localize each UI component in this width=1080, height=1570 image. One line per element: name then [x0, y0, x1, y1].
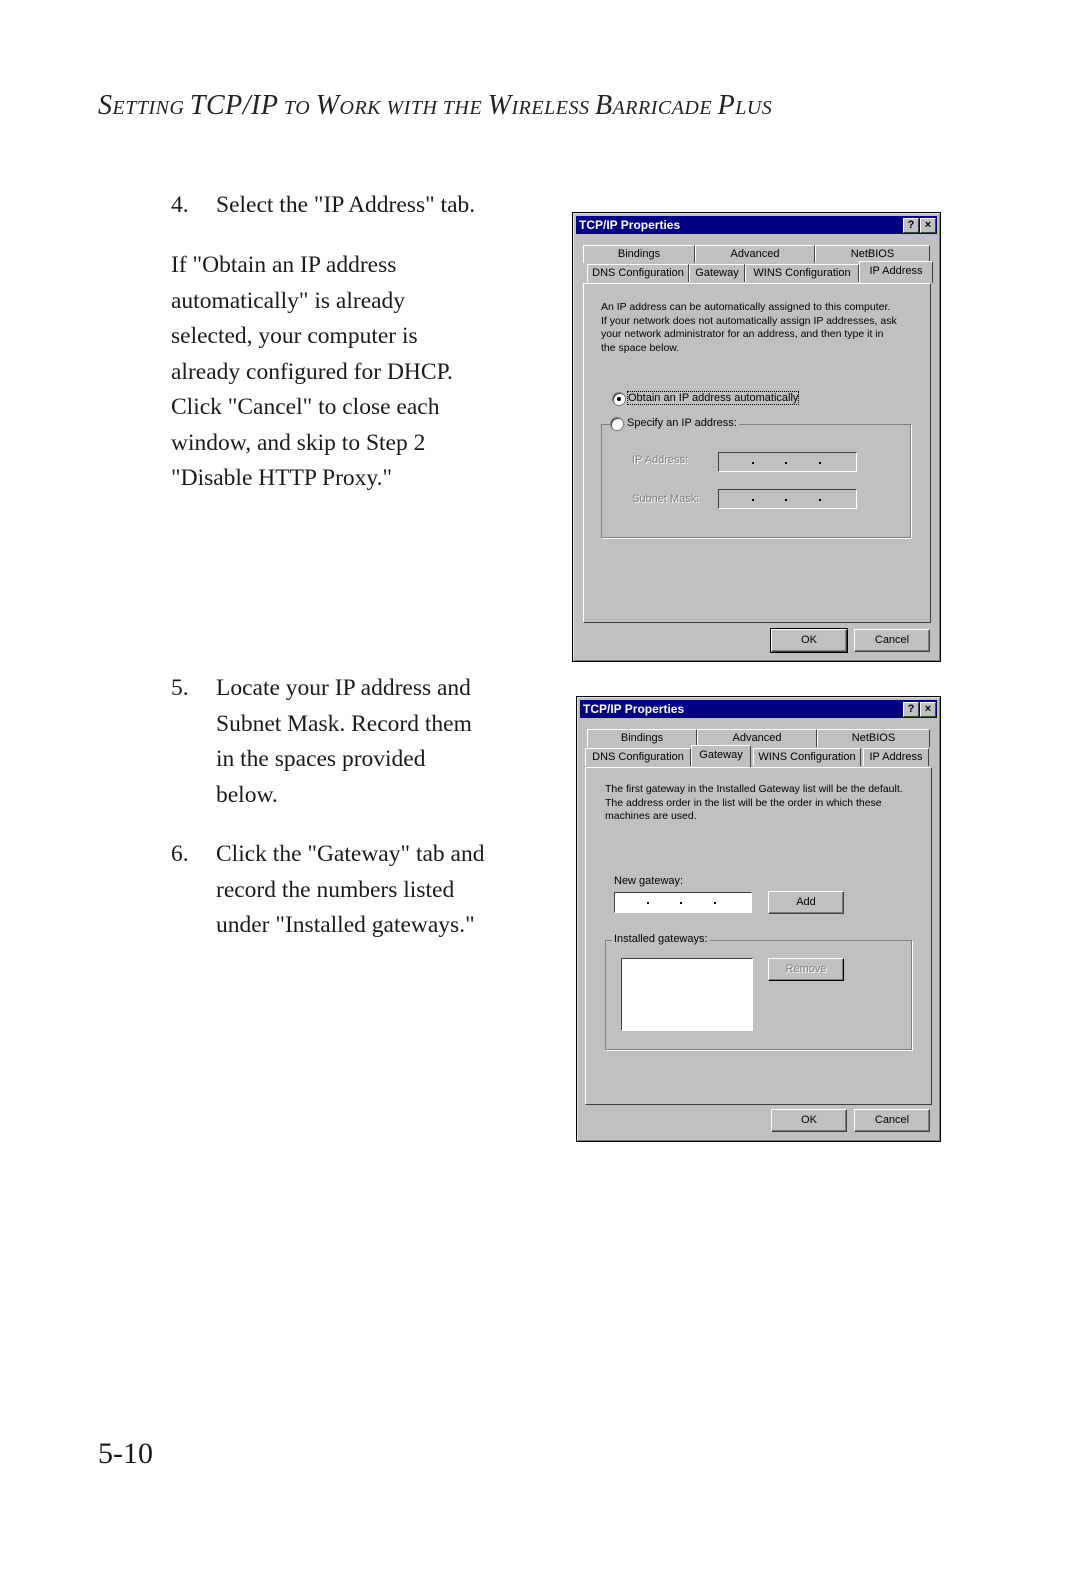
- remove-button[interactable]: Remove: [768, 958, 844, 981]
- running-head-part: ireless: [511, 97, 595, 119]
- specify-ip-groupbox: [601, 424, 911, 538]
- title-bar: TCP/IP Properties ? ×: [576, 216, 937, 234]
- new-gateway-label: New gateway:: [614, 875, 684, 887]
- tcpip-properties-dialog-ip-address: TCP/IP Properties ? × Bindings Advanced …: [572, 212, 941, 662]
- subnet-mask-field[interactable]: [718, 489, 857, 509]
- page-number: 5-10: [98, 1437, 153, 1470]
- tab-row-front: DNS Configuration Gateway WINS Configura…: [583, 261, 933, 283]
- tab-panel: An IP address can be automatically assig…: [583, 283, 931, 623]
- running-head-part: etting: [112, 97, 190, 119]
- running-head-part: W: [315, 90, 340, 121]
- tab-row-front: DNS Configuration Gateway WINS Configura…: [585, 745, 930, 767]
- tab-dns-configuration[interactable]: DNS Configuration: [587, 264, 689, 282]
- tab-gateway[interactable]: Gateway: [689, 264, 745, 282]
- tab-bindings[interactable]: Bindings: [583, 245, 695, 263]
- running-head-part: P: [717, 90, 736, 121]
- cancel-button[interactable]: Cancel: [854, 1109, 930, 1132]
- radio-obtain-automatically-label[interactable]: Obtain an IP address automatically: [626, 391, 800, 405]
- tab-wins-configuration[interactable]: WINS Configuration: [745, 264, 859, 282]
- ip-address-label: IP Address:: [632, 454, 689, 466]
- radio-specify-ip-label[interactable]: Specify an IP address:: [625, 417, 739, 429]
- description-text: The first gateway in the Installed Gatew…: [605, 783, 903, 822]
- tab-netbios[interactable]: NetBIOS: [817, 729, 930, 747]
- new-gateway-field[interactable]: [614, 892, 752, 913]
- dialog-title: TCP/IP Properties: [579, 218, 681, 232]
- running-head: Setting TCP/IP to Work with the Wireless…: [98, 90, 772, 122]
- help-icon[interactable]: ?: [903, 702, 919, 717]
- step-number: 4.: [171, 192, 189, 218]
- running-head-part: ork with the: [339, 97, 488, 119]
- dialog-title: TCP/IP Properties: [583, 702, 685, 716]
- running-head-part: TCP/IP: [189, 90, 279, 121]
- step-number: 6.: [171, 841, 189, 867]
- radio-obtain-automatically[interactable]: [612, 392, 626, 406]
- installed-gateways-list[interactable]: [621, 958, 753, 1031]
- cancel-button[interactable]: Cancel: [854, 629, 930, 652]
- close-icon[interactable]: ×: [920, 702, 936, 717]
- step-text-line: Click the "Gateway" tab and: [216, 841, 485, 867]
- running-head-part: lus: [735, 97, 773, 119]
- description-text: An IP address can be automatically assig…: [601, 301, 897, 354]
- subnet-mask-label: Subnet Mask:: [632, 493, 700, 505]
- step-text-line: Locate your IP address and: [216, 675, 471, 701]
- step-text-line: under "Installed gateways.": [216, 912, 475, 938]
- add-button[interactable]: Add: [768, 891, 844, 914]
- step-number: 5.: [171, 675, 189, 701]
- tcpip-properties-dialog-gateway: TCP/IP Properties ? × Bindings Advanced …: [576, 696, 941, 1142]
- title-bar: TCP/IP Properties ? ×: [580, 700, 937, 718]
- help-icon[interactable]: ?: [903, 218, 919, 233]
- step-text-line: Subnet Mask. Record them: [216, 710, 472, 737]
- dhcp-note: If "Obtain an IP address automatically" …: [171, 252, 453, 491]
- ok-button[interactable]: OK: [770, 628, 848, 653]
- installed-gateways-label: Installed gateways:: [612, 933, 710, 945]
- step-text-line: record the numbers listed: [216, 876, 455, 903]
- running-head-part: W: [487, 90, 512, 121]
- tab-ip-address[interactable]: IP Address: [863, 748, 929, 766]
- tab-ip-address[interactable]: IP Address: [859, 261, 933, 283]
- running-head-part: B: [594, 90, 613, 121]
- tab-panel: The first gateway in the Installed Gatew…: [585, 767, 932, 1105]
- tab-row-back: Bindings Advanced NetBIOS: [587, 729, 930, 747]
- radio-specify-ip[interactable]: [610, 417, 624, 431]
- close-icon[interactable]: ×: [920, 218, 936, 233]
- step-text-line: below.: [216, 781, 278, 808]
- tab-advanced[interactable]: Advanced: [695, 245, 815, 263]
- ip-address-field[interactable]: [718, 452, 857, 472]
- tab-dns-configuration[interactable]: DNS Configuration: [585, 748, 691, 766]
- step-text: Select the "IP Address" tab.: [216, 192, 476, 218]
- ok-button[interactable]: OK: [771, 1109, 847, 1132]
- running-head-part: to: [278, 97, 316, 119]
- tab-wins-configuration[interactable]: WINS Configuration: [753, 748, 861, 766]
- running-head-part: arricade: [612, 97, 718, 119]
- tab-bindings[interactable]: Bindings: [587, 729, 697, 747]
- tab-gateway[interactable]: Gateway: [691, 745, 751, 767]
- step-text-line: in the spaces provided: [216, 746, 426, 772]
- running-head-part: S: [98, 90, 113, 121]
